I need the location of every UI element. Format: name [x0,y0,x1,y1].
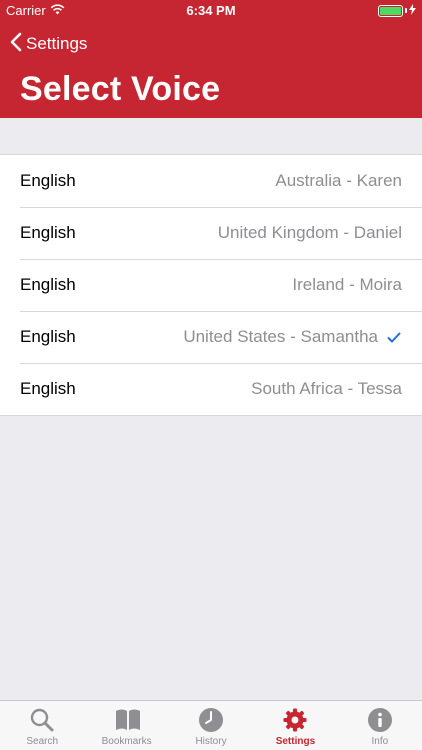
back-button-label: Settings [26,34,88,53]
tab-label: Info [371,736,389,747]
voice-row[interactable]: English United Kingdom - Daniel [0,207,422,259]
clock-icon [198,707,224,733]
tab-bar: Search Bookmarks History Settings Info [0,700,422,750]
battery-indicator [378,3,416,18]
voice-name: United Kingdom - Daniel [217,223,402,242]
voice-row[interactable]: English Australia - Karen [0,155,422,207]
voice-row[interactable]: English Ireland - Moira [0,259,422,311]
voice-list: English Australia - Karen English United… [0,154,422,416]
status-time: 6:34 PM [186,3,236,18]
tab-label: Settings [275,736,316,747]
navigation-header: Carrier 6:34 PM Settings Select Voice [0,0,422,118]
voice-row[interactable]: English South Africa - Tessa [0,363,422,415]
back-button[interactable]: Settings [10,30,87,58]
checkmark-icon [386,332,402,343]
tab-label: History [195,736,227,747]
tab-label: Search [26,736,59,747]
info-icon [367,707,393,733]
tab-info[interactable]: Info [338,701,422,750]
voice-row-selected[interactable]: English United States - Samantha [0,311,422,363]
battery-icon [378,4,403,17]
book-icon [114,707,140,733]
voice-language: English [20,223,76,242]
voice-language: English [20,379,76,398]
voice-language: English [20,327,76,346]
tab-history[interactable]: History [169,701,253,750]
tab-settings[interactable]: Settings [253,701,337,750]
charging-bolt-icon [409,3,416,18]
voice-language: English [20,171,76,190]
tab-search[interactable]: Search [0,701,84,750]
voice-name: United States - Samantha [183,327,378,346]
page-title: Select Voice [20,70,221,108]
tab-bookmarks[interactable]: Bookmarks [84,701,168,750]
voice-name: South Africa - Tessa [251,379,402,398]
voice-name: Australia - Karen [275,171,402,190]
status-bar: Carrier 6:34 PM [0,0,422,22]
voice-language: English [20,275,76,294]
gear-icon [282,707,308,733]
tab-label: Bookmarks [101,736,152,747]
search-icon [29,707,55,733]
chevron-left-icon [10,32,22,57]
voice-name: Ireland - Moira [292,275,402,294]
